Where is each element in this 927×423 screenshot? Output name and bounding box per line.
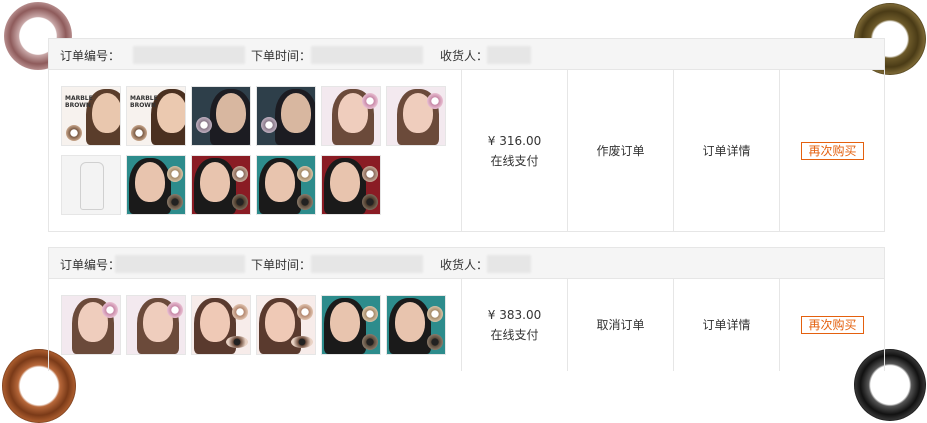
lens-product-dark[interactable] xyxy=(256,86,316,146)
order-action-cell: 作废订单 xyxy=(568,70,674,231)
order-number-label: 订单编号： xyxy=(60,258,121,272)
order-body: ¥ 383.00 在线支付 取消订单 订单详情 再次购买 xyxy=(48,279,885,371)
receiver-label: 收货人： xyxy=(440,258,489,272)
lens-product-peach[interactable] xyxy=(256,295,316,355)
payment-method: 在线支付 xyxy=(490,153,539,168)
lens-product-pink[interactable] xyxy=(386,86,446,146)
receiver-value-redacted xyxy=(487,255,531,273)
buy-again-button[interactable]: 再次购买 xyxy=(801,141,864,160)
buy-again-cell: 再次购买 xyxy=(780,279,885,371)
cancel-order-link[interactable]: 取消订单 xyxy=(596,318,644,332)
product-thumbnails xyxy=(49,279,462,371)
order-time-value-redacted xyxy=(311,46,423,64)
order-body: MARBLE BROWN MARBLE BROWN ¥ 316.00 在线支付 … xyxy=(48,70,885,232)
lens-product-teal[interactable] xyxy=(321,295,381,355)
order-time-label: 下单时间： xyxy=(251,49,312,63)
order-number-value-redacted xyxy=(115,255,245,273)
lens-product-peach[interactable] xyxy=(191,295,251,355)
order-number-value-redacted xyxy=(133,46,245,64)
lens-product-teal[interactable] xyxy=(126,155,186,215)
order-time-label: 下单时间： xyxy=(251,258,312,272)
void-order-link[interactable]: 作废订单 xyxy=(596,144,644,158)
lens-product-pink[interactable] xyxy=(61,295,121,355)
lens-product-red[interactable] xyxy=(191,155,251,215)
buy-again-button[interactable]: 再次购买 xyxy=(801,316,864,334)
marble-brown-lens-product[interactable]: MARBLE BROWN xyxy=(61,86,121,146)
order-price: ¥ 383.00 xyxy=(487,308,542,322)
product-thumbnails: MARBLE BROWN MARBLE BROWN xyxy=(49,70,462,231)
lens-product-teal[interactable] xyxy=(386,295,446,355)
order-action-cell: 取消订单 xyxy=(568,279,674,371)
lens-product-teal[interactable] xyxy=(256,155,316,215)
order-number-label: 订单编号： xyxy=(60,49,121,63)
lens-product-pink[interactable] xyxy=(321,86,381,146)
order-card: 订单编号： 下单时间： 收货人： ¥ 383.00 在线支付 取消订单 订单详情… xyxy=(48,247,885,371)
order-detail-link[interactable]: 订单详情 xyxy=(702,318,750,332)
lens-product-red[interactable] xyxy=(321,155,381,215)
order-header: 订单编号： 下单时间： 收货人： xyxy=(48,247,885,279)
receiver-label: 收货人： xyxy=(440,49,489,63)
order-price: ¥ 316.00 xyxy=(487,133,542,148)
order-detail-link[interactable]: 订单详情 xyxy=(702,144,750,158)
payment-method: 在线支付 xyxy=(490,328,539,342)
order-detail-cell: 订单详情 xyxy=(674,70,780,231)
buy-again-cell: 再次购买 xyxy=(780,70,885,231)
order-time-value-redacted xyxy=(311,255,423,273)
order-card: 订单编号： 下单时间： 收货人： MARBLE BROWN MARBLE BRO… xyxy=(48,38,885,232)
order-detail-cell: 订单详情 xyxy=(674,279,780,371)
receiver-value-redacted xyxy=(487,46,531,64)
order-header: 订单编号： 下单时间： 收货人： xyxy=(48,38,885,70)
lens-product-pink[interactable] xyxy=(126,295,186,355)
marble-brown-lens-product[interactable]: MARBLE BROWN xyxy=(126,86,186,146)
lens-product-dark[interactable] xyxy=(191,86,251,146)
order-price-cell: ¥ 316.00 在线支付 xyxy=(462,70,568,231)
order-price-cell: ¥ 383.00 在线支付 xyxy=(462,279,568,371)
solution-bottle-product[interactable] xyxy=(61,155,121,215)
